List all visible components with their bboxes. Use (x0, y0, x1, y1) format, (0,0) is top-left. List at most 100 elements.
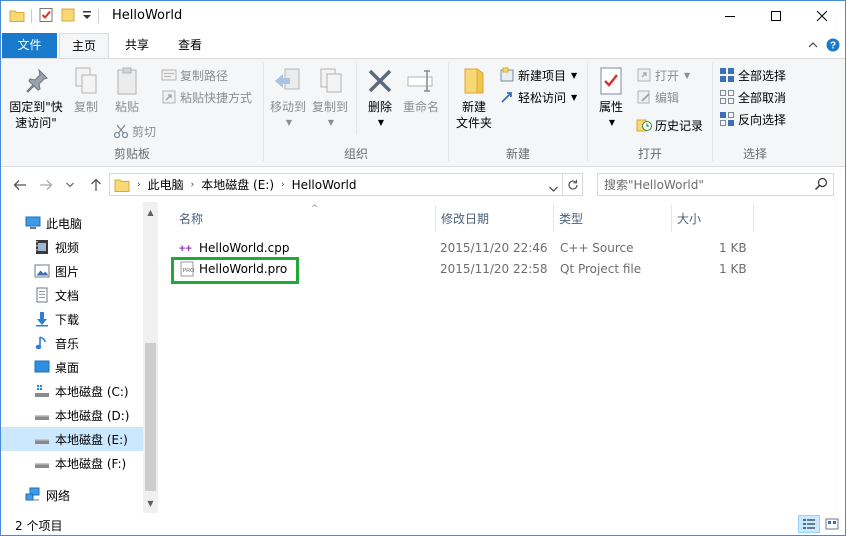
maximize-button[interactable] (753, 1, 799, 31)
column-header-size[interactable]: 大小 (671, 205, 753, 232)
copy-to-icon (314, 65, 346, 97)
table-row[interactable]: ++ HelloWorld.cpp 2015/11/20 22:46 C++ S… (173, 237, 773, 258)
file-modified: 2015/11/20 22:46 (440, 240, 548, 255)
select-all-button[interactable]: 全部选择 (719, 65, 786, 85)
nav-item-desktop[interactable]: 桌面 (1, 355, 143, 379)
breadcrumb-drive-e[interactable]: 本地磁盘 (E:) (197, 174, 278, 195)
edit-button[interactable]: 编辑 (636, 87, 679, 107)
breadcrumb-chevron-icon[interactable]: › (188, 180, 198, 190)
table-row[interactable]: PRO HelloWorld.pro 2015/11/20 22:58 Qt P… (173, 258, 773, 279)
open-button[interactable]: 打开 ▼ (636, 65, 690, 85)
rename-label: 重命名 (402, 100, 439, 114)
documents-icon (34, 287, 50, 303)
column-header-name[interactable]: 名称 ^ (173, 204, 435, 232)
recent-locations-button[interactable] (63, 176, 77, 194)
invert-selection-button[interactable]: 反向选择 (719, 109, 786, 129)
up-button[interactable] (87, 176, 105, 194)
nav-item-label: 图片 (55, 264, 80, 279)
copy-button[interactable]: 复制 (67, 65, 105, 115)
nav-item-drive-e[interactable]: 本地磁盘 (E:) (1, 427, 143, 451)
properties-button[interactable]: 属性 ▼ (592, 65, 630, 131)
details-view-button[interactable] (798, 515, 820, 533)
paste-label: 粘贴 (114, 100, 139, 114)
qat-dropdown-icon[interactable] (82, 7, 92, 26)
nav-item-videos[interactable]: 视频 (1, 235, 143, 259)
tab-share[interactable]: 共享 (113, 33, 161, 58)
details-view-icon (803, 519, 815, 529)
breadcrumb-this-pc[interactable]: 此电脑 (144, 174, 188, 195)
select-none-icon (719, 89, 735, 105)
tab-home[interactable]: 主页 (59, 33, 109, 59)
nav-item-this-pc[interactable]: 此电脑 (1, 211, 143, 235)
refresh-button[interactable] (563, 173, 583, 196)
nav-item-music[interactable]: 音乐 (1, 331, 143, 355)
address-dropdown-icon[interactable] (549, 181, 558, 195)
easy-access-button[interactable]: 轻松访问 ▼ (499, 87, 577, 107)
nav-item-documents[interactable]: 文档 (1, 283, 143, 307)
drive-icon (34, 383, 50, 399)
paste-shortcut-button[interactable]: 粘贴快捷方式 (161, 87, 252, 107)
delete-button[interactable]: 删除 ▼ (362, 65, 398, 131)
easy-access-icon (499, 89, 515, 105)
nav-item-drive-c[interactable]: 本地磁盘 (C:) (1, 379, 143, 403)
breadcrumb-chevron-icon[interactable]: › (278, 180, 288, 190)
forward-button[interactable] (37, 176, 55, 194)
nav-item-downloads[interactable]: 下载 (1, 307, 143, 331)
search-placeholder: 搜索"HelloWorld" (604, 178, 704, 192)
tab-view[interactable]: 查看 (166, 33, 214, 58)
search-box[interactable]: 搜索"HelloWorld" (597, 173, 834, 196)
close-button[interactable] (799, 1, 845, 31)
new-item-button[interactable]: 新建项目 ▼ (499, 65, 577, 85)
pro-file-icon: PRO (179, 261, 195, 277)
properties-check-icon[interactable] (38, 7, 54, 26)
open-group: 属性 ▼ 打开 ▼ 编辑 历史记录 打开 (588, 59, 712, 166)
scroll-up-icon[interactable]: ▲ (143, 204, 158, 221)
copy-icon (70, 65, 102, 97)
properties-label: 属性 (598, 100, 623, 114)
back-button[interactable] (11, 176, 29, 194)
paste-shortcut-icon (161, 89, 177, 105)
svg-text:?: ? (830, 41, 836, 52)
properties-icon (595, 65, 627, 97)
nav-item-label: 本地磁盘 (D:) (55, 408, 130, 423)
item-count: 2 个项目 (15, 519, 63, 533)
column-separator[interactable] (753, 205, 754, 232)
help-button[interactable]: ? (825, 37, 841, 53)
cut-button[interactable]: 剪切 (113, 121, 156, 141)
nav-item-pictures[interactable]: 图片 (1, 259, 143, 283)
column-header-modified[interactable]: 修改日期 (435, 205, 553, 232)
breadcrumb-helloworld[interactable]: HelloWorld (288, 174, 361, 195)
collapse-ribbon-button[interactable] (805, 37, 821, 53)
desktop-icon (34, 359, 50, 375)
invert-selection-icon (719, 111, 735, 127)
open-group-label: 打开 (637, 147, 662, 161)
new-folder-button[interactable]: 新建 文件夹 (453, 65, 495, 131)
column-header-type[interactable]: 类型 (553, 205, 671, 232)
copy-to-button[interactable]: 复制到 ▼ (309, 65, 351, 131)
tab-file[interactable]: 文件 (2, 33, 57, 58)
minimize-button[interactable] (707, 1, 753, 31)
copy-path-button[interactable]: 复制路径 (161, 65, 228, 85)
move-to-button[interactable]: 移动到 ▼ (267, 65, 309, 131)
nav-item-label: 视频 (55, 240, 80, 255)
rename-button[interactable]: 重命名 (398, 65, 444, 115)
breadcrumb-chevron-icon[interactable]: › (134, 180, 144, 190)
new-folder-icon[interactable] (60, 7, 76, 26)
nav-item-drive-d[interactable]: 本地磁盘 (D:) (1, 403, 143, 427)
search-icon[interactable] (814, 177, 828, 194)
file-modified: 2015/11/20 22:58 (440, 261, 548, 276)
nav-item-network[interactable]: 网络 (1, 483, 143, 507)
large-icons-view-button[interactable] (821, 515, 843, 533)
scroll-thumb[interactable] (145, 343, 156, 491)
history-button[interactable]: 历史记录 (636, 115, 703, 135)
nav-item-drive-f[interactable]: 本地磁盘 (F:) (1, 451, 143, 475)
column-header-name-label: 名称 (179, 212, 204, 226)
open-label: 打开 (655, 68, 680, 83)
maximize-icon (771, 11, 781, 21)
paste-button[interactable]: 粘贴 (107, 65, 147, 115)
select-none-button[interactable]: 全部取消 (719, 87, 786, 107)
scroll-down-icon[interactable]: ▼ (143, 495, 158, 512)
address-bar[interactable]: › 此电脑 › 本地磁盘 (E:) › HelloWorld (109, 173, 563, 196)
nav-scrollbar[interactable]: ▲ ▼ (143, 202, 158, 513)
pin-quick-access-button[interactable]: 固定到"快 速访问" (7, 65, 65, 131)
